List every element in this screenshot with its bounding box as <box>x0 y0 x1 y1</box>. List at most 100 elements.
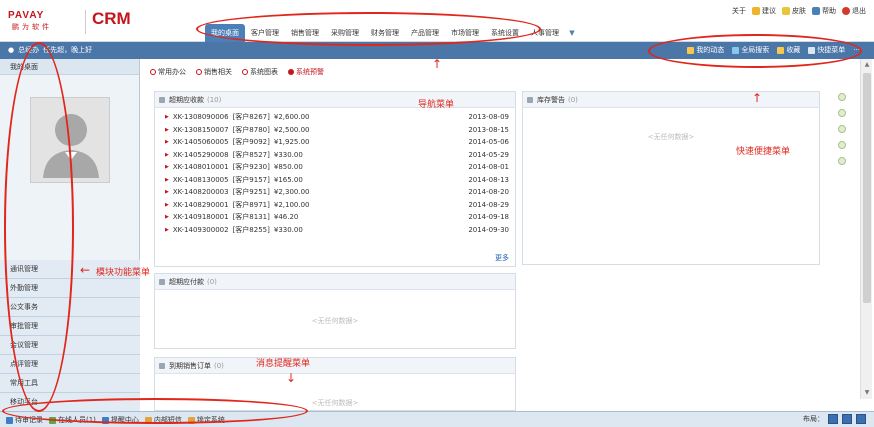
tab-office[interactable]: 常用办公 <box>150 67 186 77</box>
receivable-customer: [客户8780] <box>232 125 270 134</box>
annotation-oval-nav <box>196 12 541 46</box>
tab-charts[interactable]: 系统图表 <box>242 67 278 77</box>
scroll-down-icon[interactable]: ▼ <box>863 389 871 397</box>
receivable-list: ▶ XK-1308090006 [客户8267] ¥2,600.00 2013-08-0… <box>155 108 515 236</box>
annotation-arrow-quick: ↑ <box>752 91 763 105</box>
link-logout[interactable]: 退出 <box>842 6 866 16</box>
chevron-down-icon[interactable]: ▼ <box>565 24 579 42</box>
list-item[interactable]: ▶ XK-1308090006 [客户8267] ¥2,600.00 2013-08-0… <box>165 111 509 124</box>
link-skin[interactable]: 皮肤 <box>782 6 806 16</box>
link-about[interactable]: 关于 <box>732 6 746 16</box>
panel-count: (0) <box>214 362 224 370</box>
receivable-code: XK-1405290008 <box>172 150 229 159</box>
receivable-customer: [客户8527] <box>232 150 270 159</box>
receivable-code: XK-1408290001 <box>172 200 229 209</box>
annotation-label-nav: 导航菜单 <box>418 100 455 110</box>
product-name: CRM <box>92 9 131 28</box>
annotation-oval-sidebar <box>4 42 74 412</box>
receivable-amount: ¥850.00 <box>273 163 303 171</box>
receivable-customer: [客户8255] <box>232 225 270 234</box>
panel-icon <box>159 97 165 103</box>
receivable-summary: ▶ XK-1408290001 [客户8971] ¥2,100.00 <box>165 199 310 212</box>
bullet-icon: ▶ <box>165 114 169 120</box>
receivable-code: XK-1408200003 <box>172 188 229 196</box>
radio-selected-icon <box>288 69 294 75</box>
layout-label: 布局： <box>803 415 824 423</box>
panel-header: 超期应收款 (10) <box>155 92 515 108</box>
bullet-icon: ▶ <box>165 126 169 133</box>
receivable-date: 2013-08-09 <box>468 113 509 121</box>
bullet-icon: ▶ <box>165 164 169 170</box>
skin-icon <box>782 7 790 15</box>
link-feedback[interactable]: 建议 <box>752 6 776 16</box>
empty-message: <无任何数据> <box>311 317 359 325</box>
pending-icon <box>6 416 13 424</box>
receivable-date: 2014-05-06 <box>468 138 509 146</box>
scroll-up-icon[interactable]: ▲ <box>863 61 871 69</box>
annotation-oval-quick <box>648 34 862 68</box>
receivable-amount: ¥2,500.00 <box>273 125 310 134</box>
tab-sales[interactable]: 销售相关 <box>196 67 232 77</box>
power-icon <box>842 7 850 15</box>
layout-2-icon[interactable] <box>842 414 852 424</box>
add-icon[interactable] <box>838 109 846 117</box>
list-item[interactable]: ▶ XK-1409300002 [客户8255] ¥330.00 2014-09-30 <box>165 224 509 237</box>
receivable-summary: ▶ XK-1408130005 [客户9157] ¥165.00 <box>165 174 303 187</box>
list-item[interactable]: ▶ XK-1405290008 [客户8527] ¥330.00 2014-05-29 <box>165 149 509 162</box>
list-item[interactable]: ▶ XK-1408290001 [客户8971] ¥2,100.00 2014-08-2… <box>165 199 509 212</box>
receivable-amount: ¥2,600.00 <box>273 113 310 121</box>
more-link[interactable]: 更多 <box>495 253 509 263</box>
panel-title: 超期应收款 <box>169 96 204 104</box>
receivable-summary: ▶ XK-1308150007 [客户8780] ¥2,500.00 <box>165 124 310 137</box>
list-item[interactable]: ▶ XK-1405060005 [客户9092] ¥1,925.00 2014-05-0… <box>165 136 509 149</box>
help-icon <box>812 7 820 15</box>
panel-overdue-payables: 超期应付款 (0) <无任何数据> <box>154 273 516 349</box>
settings-icon[interactable] <box>838 93 846 101</box>
bullet-icon: ▶ <box>165 151 169 158</box>
vertical-scrollbar[interactable]: ▲ ▼ <box>860 59 872 399</box>
receivable-date: 2013-08-15 <box>468 125 509 134</box>
list-item[interactable]: ▶ XK-1409180001 [客户8131] ¥46.20 2014-09-18 <box>165 211 509 224</box>
list-item[interactable]: ▶ XK-1408130005 [客户9157] ¥165.00 2014-08-13 <box>165 174 509 187</box>
receivable-summary: ▶ XK-1408200003 [客户9251] ¥2,300.00 <box>165 186 310 199</box>
receivable-customer: [客户8971] <box>232 200 270 209</box>
layout-1-icon[interactable] <box>828 414 838 424</box>
desktop-tabs: 常用办公 销售相关 系统图表 系统预警 <box>150 67 324 77</box>
annotation-arrow-status: ↓ <box>286 371 297 385</box>
bullet-icon: ▶ <box>165 176 169 183</box>
annotation-label-message: 消息提醒菜单 <box>256 359 311 369</box>
logo-divider <box>85 10 86 34</box>
refresh-icon[interactable] <box>838 125 846 133</box>
receivable-code: XK-1308090006 <box>172 113 229 121</box>
receivable-customer: [客户8267] <box>232 113 270 121</box>
bullet-icon: ▶ <box>165 214 169 220</box>
annotation-arrow-sidebar: ← <box>80 263 91 277</box>
link-help[interactable]: 帮助 <box>812 6 836 16</box>
user-icon: ● <box>8 46 15 54</box>
tab-alerts[interactable]: 系统预警 <box>288 67 324 77</box>
receivable-date: 2014-09-30 <box>468 225 509 234</box>
receivable-date: 2014-08-29 <box>468 200 509 209</box>
panel-title: 超期应付款 <box>169 278 204 286</box>
scroll-thumb[interactable] <box>863 73 871 303</box>
layout-3-icon[interactable] <box>856 414 866 424</box>
list-item[interactable]: ▶ XK-1308150007 [客户8780] ¥2,500.00 2013-08-1… <box>165 124 509 137</box>
receivable-amount: ¥2,100.00 <box>273 200 310 209</box>
panel-stock-warning: 库存警告 (0) <无任何数据> <box>522 91 820 265</box>
panel-title: 库存警告 <box>537 96 565 104</box>
remove-panel-icon[interactable] <box>838 157 846 165</box>
receivable-amount: ¥1,925.00 <box>273 138 310 146</box>
annotation-oval-status <box>2 398 308 424</box>
add-panel-icon[interactable] <box>838 141 846 149</box>
list-item[interactable]: ▶ XK-1408200003 [客户9251] ¥2,300.00 2014-08-2… <box>165 186 509 199</box>
brand-logo: PAVAY <box>8 10 45 21</box>
receivable-amount: ¥330.00 <box>273 225 303 234</box>
receivable-date: 2014-08-01 <box>468 163 509 171</box>
receivable-customer: [客户9092] <box>232 138 270 146</box>
receivable-summary: ▶ XK-1405290008 [客户8527] ¥330.00 <box>165 149 303 162</box>
receivable-amount: ¥2,300.00 <box>273 188 310 196</box>
list-item[interactable]: ▶ XK-1408010001 [客户9230] ¥850.00 2014-08-01 <box>165 161 509 174</box>
receivable-code: XK-1409300002 <box>172 225 229 234</box>
receivable-date: 2014-09-18 <box>468 213 509 221</box>
receivable-amount: ¥330.00 <box>273 150 303 159</box>
